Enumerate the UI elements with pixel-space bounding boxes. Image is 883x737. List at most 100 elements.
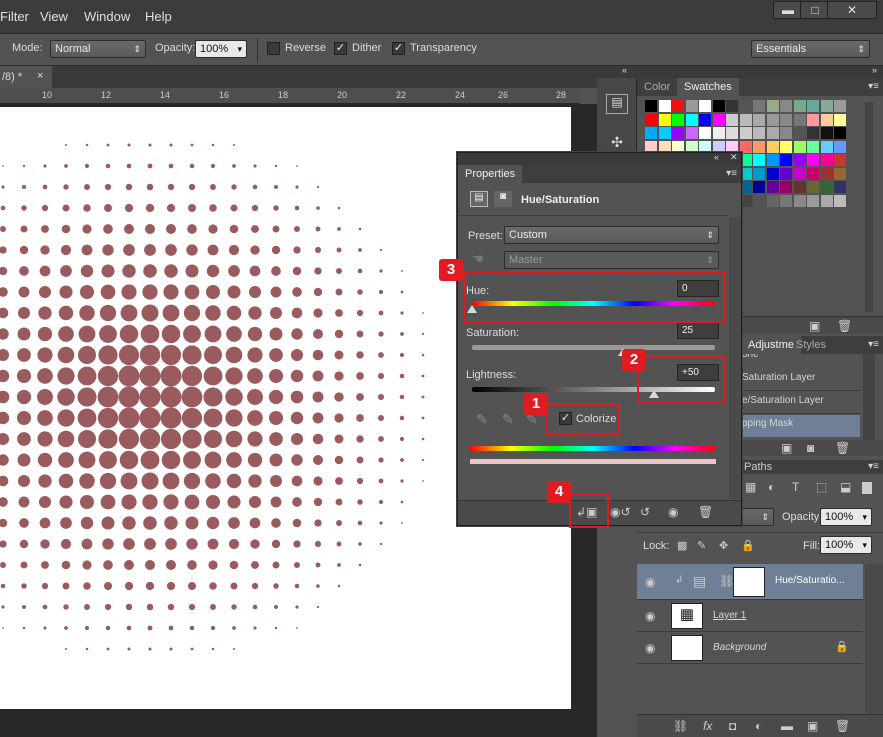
swatch[interactable]: [753, 100, 765, 112]
swatch[interactable]: [834, 127, 846, 139]
swatch[interactable]: [753, 140, 765, 153]
swatch[interactable]: [645, 100, 657, 112]
trash-icon[interactable]: 🗑: [698, 505, 713, 519]
swatch[interactable]: [726, 140, 738, 153]
swatch[interactable]: [793, 194, 806, 207]
swatch[interactable]: [780, 194, 792, 207]
swatch[interactable]: [645, 113, 657, 126]
swatch[interactable]: [834, 100, 846, 112]
swatch[interactable]: [793, 167, 806, 180]
tab-color[interactable]: Color: [637, 78, 677, 96]
trash-icon[interactable]: 🗑: [837, 319, 852, 333]
swatch[interactable]: [699, 127, 711, 139]
swatch[interactable]: [766, 113, 779, 126]
swatch[interactable]: [793, 100, 806, 112]
swatch[interactable]: [699, 100, 711, 112]
layer-name[interactable]: Background: [713, 642, 766, 653]
layer-row-layer1[interactable]: ◉ ▦ Layer 1: [637, 600, 863, 632]
swatch[interactable]: [766, 181, 779, 193]
preset-select[interactable]: Custom ⇕: [504, 226, 719, 244]
swatch[interactable]: [712, 127, 725, 139]
adjust-item[interactable]: Saturation Layer: [742, 369, 860, 391]
swatch[interactable]: [685, 100, 698, 112]
reverse-checkbox[interactable]: [267, 42, 280, 55]
smart-object-filter-icon[interactable]: ⬓: [840, 480, 851, 494]
filter-toggle[interactable]: [862, 482, 872, 494]
layer-opacity-field[interactable]: 100% ▾: [820, 508, 872, 526]
hand-tool-icon[interactable]: ☚: [472, 251, 484, 267]
menu-help[interactable]: Help: [145, 9, 172, 24]
swatch[interactable]: [766, 127, 779, 139]
swatch[interactable]: [807, 100, 819, 112]
blend-mode-select[interactable]: ⇕: [742, 508, 774, 526]
adjust-item[interactable]: e/Saturation Layer: [742, 392, 860, 414]
folder-icon[interactable]: ▬: [781, 719, 793, 733]
layer-mask-thumbnail[interactable]: [733, 567, 765, 597]
swatch[interactable]: [739, 140, 752, 153]
history-icon[interactable]: ▤: [606, 94, 628, 114]
swatch[interactable]: [658, 140, 671, 153]
swatch[interactable]: [766, 140, 779, 153]
swatch[interactable]: [834, 140, 846, 153]
tab-swatches[interactable]: Swatches: [677, 78, 739, 96]
close-icon[interactable]: ×: [37, 70, 43, 82]
swatch[interactable]: [820, 154, 833, 166]
swatches-scrollbar[interactable]: [865, 102, 873, 312]
eye-icon[interactable]: ◉: [645, 609, 655, 623]
layers-scrollbar[interactable]: [865, 564, 883, 714]
swatch[interactable]: [753, 113, 765, 126]
swatch[interactable]: [780, 113, 792, 126]
add-mask-icon[interactable]: ◘: [729, 719, 736, 733]
swatch[interactable]: [672, 100, 684, 112]
close-icon[interactable]: ✕: [730, 152, 738, 163]
swatch[interactable]: [712, 100, 725, 112]
panel-menu-icon[interactable]: ▾≡: [868, 81, 879, 92]
swatch[interactable]: [780, 127, 792, 139]
swatch[interactable]: [672, 113, 684, 126]
adjust-item[interactable]: one: [742, 354, 860, 364]
swatch[interactable]: [820, 194, 833, 207]
menu-filter[interactable]: Filter: [0, 9, 29, 24]
swatch[interactable]: [820, 167, 833, 180]
camera-icon[interactable]: ◙: [807, 441, 814, 455]
restore-button[interactable]: □: [800, 1, 830, 19]
mode-select[interactable]: Normal ⇕: [50, 40, 146, 58]
trash-icon[interactable]: 🗑: [835, 441, 850, 455]
swatch[interactable]: [780, 100, 792, 112]
trash-icon[interactable]: 🗑: [835, 719, 850, 733]
swatch[interactable]: [807, 181, 819, 193]
menu-view[interactable]: View: [40, 9, 68, 24]
menu-window[interactable]: Window: [84, 9, 130, 24]
link-icon[interactable]: ⛓: [719, 574, 734, 588]
swatch[interactable]: [726, 127, 738, 139]
swatch[interactable]: [766, 167, 779, 180]
opacity-field[interactable]: 100% ▾: [195, 40, 247, 58]
collapse-icon[interactable]: «: [714, 152, 719, 162]
swatch[interactable]: [820, 113, 833, 126]
layer-name[interactable]: Layer 1: [713, 610, 746, 621]
transparency-checkbox[interactable]: ✓: [392, 42, 405, 55]
swatch[interactable]: [807, 167, 819, 180]
swatch[interactable]: [766, 154, 779, 166]
swatch[interactable]: [807, 140, 819, 153]
saturation-slider-track[interactable]: [472, 345, 715, 350]
eyedropper-plus-icon[interactable]: ✎: [502, 411, 514, 428]
lock-pixels-icon[interactable]: ▩: [677, 539, 687, 552]
swatch[interactable]: [793, 113, 806, 126]
fx-icon[interactable]: fx: [703, 719, 712, 733]
new-layer-icon[interactable]: ▣: [781, 441, 792, 455]
swatch[interactable]: [793, 140, 806, 153]
swatch[interactable]: [793, 127, 806, 139]
tab-styles[interactable]: Styles: [789, 336, 833, 354]
properties-scrollbar[interactable]: [729, 217, 741, 499]
minimize-button[interactable]: ▬: [773, 1, 803, 19]
swatch[interactable]: [712, 140, 725, 153]
new-layer-icon[interactable]: ▣: [807, 719, 818, 733]
close-button[interactable]: ✕: [827, 1, 877, 19]
panel-menu-icon[interactable]: ▾≡: [868, 461, 879, 472]
swatch[interactable]: [685, 127, 698, 139]
eyedropper-icon[interactable]: ✎: [476, 411, 488, 428]
swatch[interactable]: [726, 100, 738, 112]
swatch[interactable]: [685, 113, 698, 126]
lock-all-icon[interactable]: 🔒: [741, 539, 755, 552]
